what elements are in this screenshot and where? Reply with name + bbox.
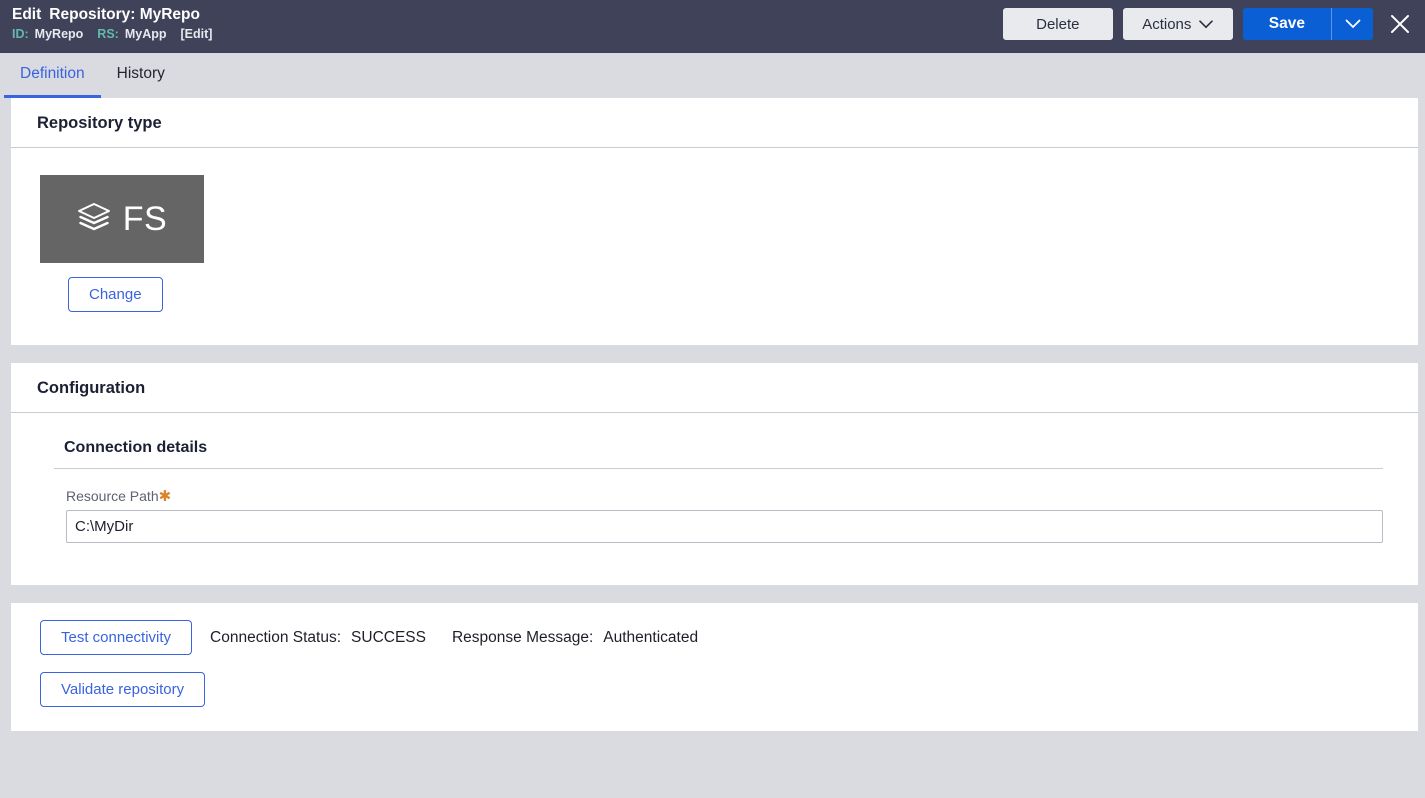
card-gap-1: [0, 345, 1425, 363]
test-connectivity-button[interactable]: Test connectivity: [40, 620, 193, 655]
connection-status-text: Connection Status: SUCCESS Response Mess…: [210, 629, 698, 647]
configuration-title: Configuration: [11, 363, 1418, 413]
repository-type-title: Repository type: [11, 98, 1418, 148]
required-marker: ✱: [158, 488, 172, 505]
close-icon[interactable]: [1385, 9, 1415, 39]
tab-bar: Definition History: [0, 53, 1425, 98]
validate-repository-row: Validate repository: [40, 672, 1418, 707]
layers-icon: [77, 202, 111, 236]
id-label: ID:: [12, 26, 29, 41]
resource-path-field: Resource Path✱: [11, 469, 1418, 543]
tab-definition[interactable]: Definition: [4, 53, 101, 98]
configuration-body: Connection details Resource Path✱: [11, 413, 1418, 585]
rs-label: RS:: [97, 26, 119, 41]
validate-repository-button[interactable]: Validate repository: [40, 672, 206, 707]
app-header: Edit Repository: MyRepo ID: MyRepo RS: M…: [0, 0, 1425, 53]
resource-path-input[interactable]: [66, 510, 1383, 543]
change-button[interactable]: Change: [68, 277, 163, 312]
connection-status-value: SUCCESS: [351, 628, 426, 646]
id-value: MyRepo: [34, 26, 84, 41]
connection-status-label: Connection Status:: [210, 628, 342, 646]
response-message-label: Response Message:: [451, 628, 594, 646]
save-dropdown-button[interactable]: [1331, 8, 1373, 40]
connectivity-card: Test connectivity Connection Status: SUC…: [11, 603, 1418, 731]
page-title-action: Edit: [12, 6, 42, 23]
resource-path-label-text: Resource Path: [66, 488, 159, 504]
actions-button[interactable]: Actions: [1122, 8, 1233, 40]
repository-type-label: FS: [122, 199, 168, 238]
connectivity-body: Test connectivity Connection Status: SUC…: [11, 603, 1418, 731]
save-button-group: Save: [1242, 8, 1373, 40]
header-actions: Delete Actions Save: [1002, 8, 1425, 40]
tab-history[interactable]: History: [101, 53, 181, 98]
chevron-down-icon: [1345, 17, 1361, 32]
page-title-subject: Repository: MyRepo: [49, 6, 200, 23]
chevron-down-icon: [1199, 16, 1214, 33]
configuration-card: Configuration Connection details Resourc…: [11, 363, 1418, 585]
repository-type-body: FS Change: [11, 175, 1418, 345]
actions-button-label: Actions: [1142, 15, 1192, 33]
edit-link[interactable]: [Edit]: [181, 27, 213, 41]
configuration-bottom-pad: [11, 543, 1418, 585]
header-title-block: Edit Repository: MyRepo ID: MyRepo RS: M…: [0, 0, 212, 41]
repository-type-tile[interactable]: FS: [40, 175, 204, 263]
connection-details-heading: Connection details: [64, 439, 208, 456]
save-button[interactable]: Save: [1242, 8, 1331, 40]
response-message-value: Authenticated: [603, 628, 699, 646]
breadcrumb: ID: MyRepo RS: MyApp [Edit]: [12, 27, 212, 41]
resource-path-label: Resource Path✱: [66, 487, 1418, 505]
repository-type-card: Repository type FS Change: [11, 98, 1418, 345]
rs-value: MyApp: [124, 26, 167, 41]
page-title: Edit Repository: MyRepo: [12, 6, 212, 24]
change-button-wrap: Change: [11, 263, 1418, 345]
test-connectivity-row: Test connectivity Connection Status: SUC…: [40, 620, 1418, 655]
card-gap-2: [0, 585, 1425, 603]
delete-button[interactable]: Delete: [1002, 8, 1113, 40]
